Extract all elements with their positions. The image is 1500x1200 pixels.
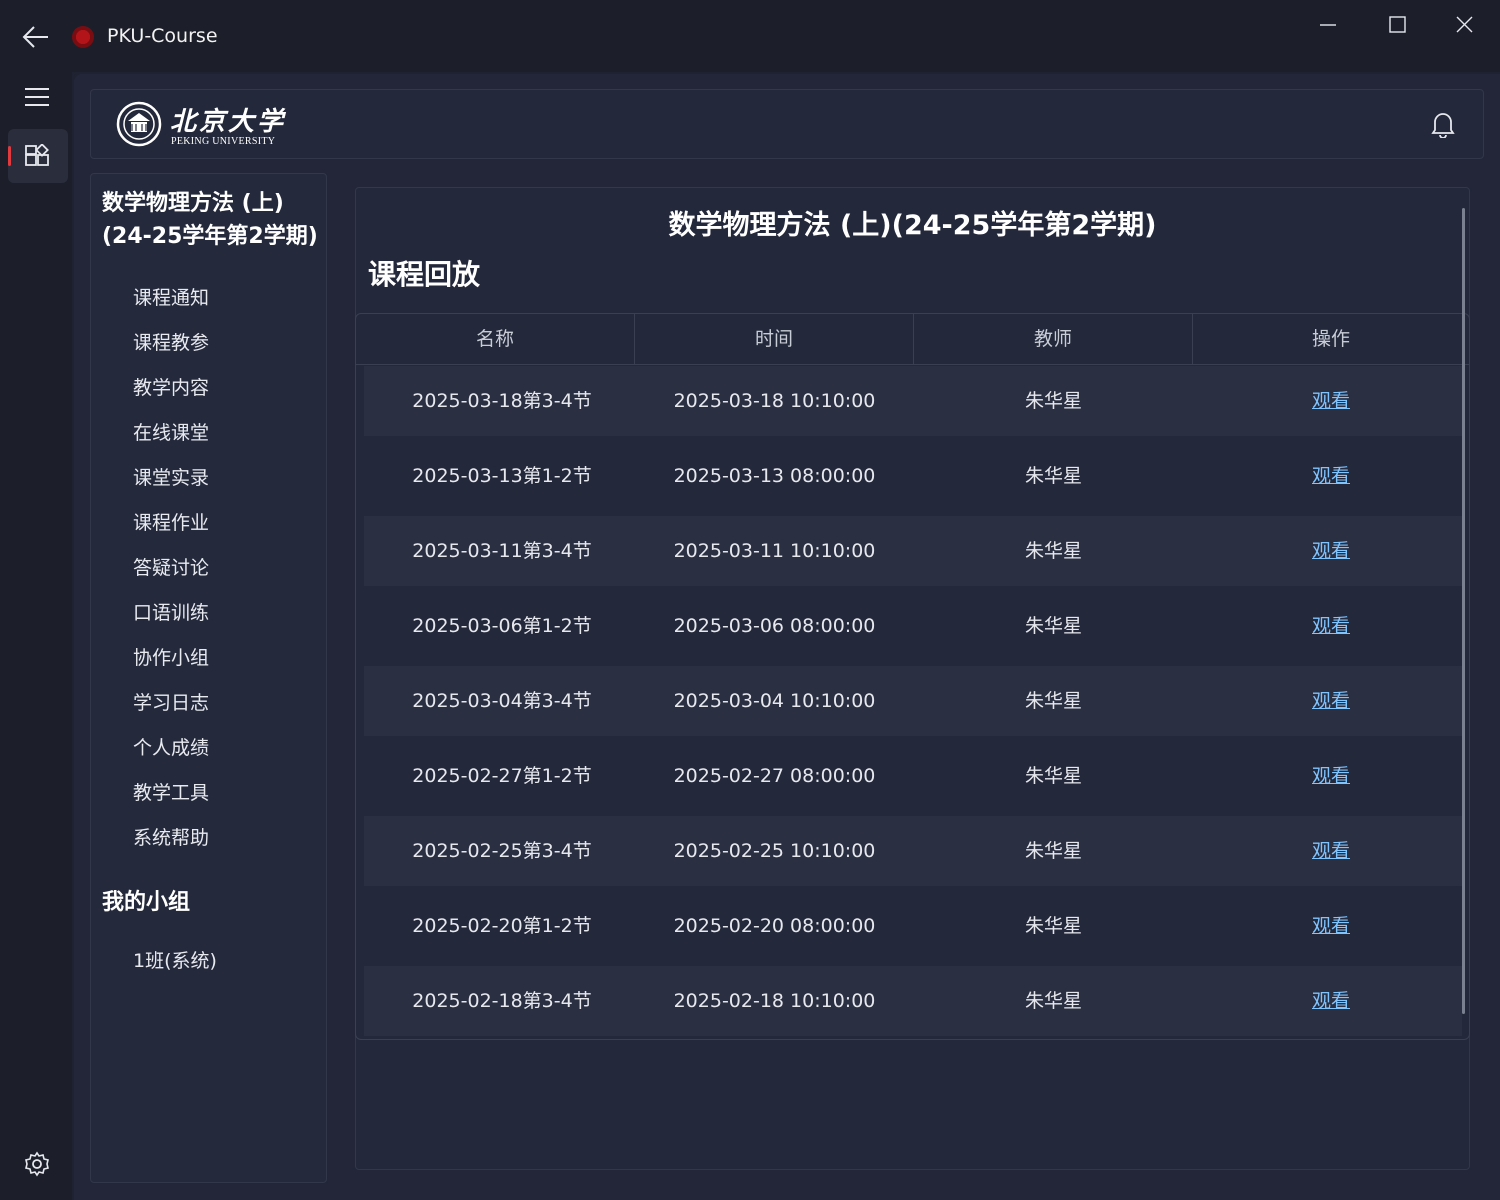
watch-link[interactable]: 观看 [1312, 840, 1350, 862]
cell-time: 2025-03-18 10:10:00 [673, 390, 876, 412]
cell-name: 2025-02-27第1-2节 [412, 765, 592, 787]
menu-item-online-class[interactable]: 在线课堂 [133, 418, 209, 463]
cell-name: 2025-02-18第3-4节 [412, 990, 592, 1012]
cell-name: 2025-02-20第1-2节 [412, 915, 592, 937]
watch-link[interactable]: 观看 [1312, 765, 1350, 787]
nav-rail [0, 72, 72, 1200]
cell-time: 2025-03-04 10:10:00 [673, 690, 876, 712]
cell-teacher: 朱华星 [1024, 465, 1082, 487]
menu-item-grades[interactable]: 个人成绩 [133, 733, 209, 778]
table-row: 2025-03-13第1-2节 2025-03-13 08:00:00 朱华星 … [364, 441, 1462, 511]
watch-link[interactable]: 观看 [1312, 465, 1350, 487]
column-header-action: 操作 [1311, 328, 1350, 350]
table-row: 2025-03-18第3-4节 2025-03-18 10:10:00 朱华星 … [364, 366, 1462, 436]
cell-teacher: 朱华星 [1024, 690, 1082, 712]
course-title: 数学物理方法 (上)(24-25学年第2学期) [102, 191, 318, 249]
logo-chinese-text: 北京大学 [170, 107, 287, 137]
close-icon[interactable] [1444, 10, 1484, 40]
watch-link[interactable]: 观看 [1312, 540, 1350, 562]
cell-time: 2025-02-18 10:10:00 [673, 990, 876, 1012]
cell-teacher: 朱华星 [1024, 540, 1082, 562]
cell-name: 2025-03-13第1-2节 [412, 465, 592, 487]
maximize-icon[interactable] [1377, 10, 1417, 40]
title-bar [0, 0, 1500, 72]
menu-item-tools[interactable]: 教学工具 [133, 778, 209, 823]
column-header-name[interactable]: 名称 [356, 314, 635, 364]
cell-name: 2025-03-18第3-4节 [412, 390, 592, 412]
table-row: 2025-03-04第3-4节 2025-03-04 10:10:00 朱华星 … [364, 666, 1462, 736]
app-logo-icon [72, 26, 94, 48]
cell-name: 2025-02-25第3-4节 [412, 840, 592, 862]
cell-time: 2025-03-13 08:00:00 [673, 465, 876, 487]
settings-icon[interactable] [24, 1151, 50, 1177]
watch-link[interactable]: 观看 [1312, 690, 1350, 712]
menu-item-discussion[interactable]: 答疑讨论 [133, 553, 209, 598]
menu-item-references[interactable]: 课程教参 [133, 328, 209, 373]
menu-icon[interactable] [24, 87, 50, 107]
menu-item-content[interactable]: 教学内容 [133, 373, 209, 418]
header-bar [90, 89, 1484, 159]
table-header: 名称 时间 教师 操作 [356, 314, 1469, 365]
my-groups-heading: 我的小组 [102, 890, 191, 915]
scrollbar[interactable] [1462, 208, 1465, 1014]
cell-teacher: 朱华星 [1024, 765, 1082, 787]
watch-link[interactable]: 观看 [1312, 390, 1350, 412]
active-indicator [8, 146, 11, 166]
column-header-teacher[interactable]: 教师 [914, 314, 1193, 364]
menu-item-recordings[interactable]: 课堂实录 [133, 463, 209, 508]
menu-item-help[interactable]: 系统帮助 [133, 823, 209, 868]
cell-time: 2025-02-27 08:00:00 [673, 765, 876, 787]
cell-time: 2025-03-11 10:10:00 [673, 540, 876, 562]
page-title: 数学物理方法 (上)(24-25学年第2学期) [668, 210, 1157, 241]
cell-time: 2025-02-20 08:00:00 [673, 915, 876, 937]
pku-emblem-icon [116, 101, 162, 147]
cell-time: 2025-03-06 08:00:00 [673, 615, 876, 637]
window-title: PKU-Course [107, 25, 218, 47]
menu-item-notices[interactable]: 课程通知 [133, 283, 209, 328]
minimize-icon[interactable] [1308, 10, 1348, 40]
table-row: 2025-02-20第1-2节 2025-02-20 08:00:00 朱华星 … [364, 891, 1462, 961]
cell-name: 2025-03-11第3-4节 [412, 540, 592, 562]
cell-teacher: 朱华星 [1024, 915, 1082, 937]
menu-item-learning-log[interactable]: 学习日志 [133, 688, 209, 733]
cell-name: 2025-03-04第3-4节 [412, 690, 592, 712]
menu-item-groups[interactable]: 协作小组 [133, 643, 209, 688]
cell-teacher: 朱华星 [1024, 615, 1082, 637]
watch-link[interactable]: 观看 [1312, 915, 1350, 937]
course-menu: 课程通知 课程教参 教学内容 在线课堂 课堂实录 课程作业 答疑讨论 口语训练 … [133, 283, 209, 868]
menu-item-oral-practice[interactable]: 口语训练 [133, 598, 209, 643]
watch-link[interactable]: 观看 [1312, 615, 1350, 637]
section-title: 课程回放 [368, 258, 481, 291]
apps-icon[interactable] [24, 144, 50, 170]
column-header-time[interactable]: 时间 [635, 314, 914, 364]
cell-teacher: 朱华星 [1024, 390, 1082, 412]
cell-time: 2025-02-25 10:10:00 [673, 840, 876, 862]
group-item[interactable]: 1班(系统) [133, 946, 217, 973]
menu-item-homework[interactable]: 课程作业 [133, 508, 209, 553]
back-arrow-icon[interactable] [22, 24, 50, 50]
cell-name: 2025-03-06第1-2节 [412, 615, 592, 637]
watch-link[interactable]: 观看 [1312, 990, 1350, 1012]
table-row: 2025-02-27第1-2节 2025-02-27 08:00:00 朱华星 … [364, 741, 1462, 811]
logo-english-text: PEKING UNIVERSITY [171, 136, 276, 147]
table-row: 2025-03-06第1-2节 2025-03-06 08:00:00 朱华星 … [364, 591, 1462, 661]
table-row: 2025-03-11第3-4节 2025-03-11 10:10:00 朱华星 … [364, 516, 1462, 586]
recordings-table: 名称 时间 教师 操作 2025-03-18第3-4节 2025-03-18 1… [355, 313, 1470, 1040]
table-row: 2025-02-25第3-4节 2025-02-25 10:10:00 朱华星 … [364, 816, 1462, 886]
cell-teacher: 朱华星 [1024, 840, 1082, 862]
table-row: 2025-02-18第3-4节 2025-02-18 10:10:00 朱华星 … [364, 966, 1462, 1036]
bell-icon[interactable] [1430, 110, 1456, 138]
cell-teacher: 朱华星 [1024, 990, 1082, 1012]
